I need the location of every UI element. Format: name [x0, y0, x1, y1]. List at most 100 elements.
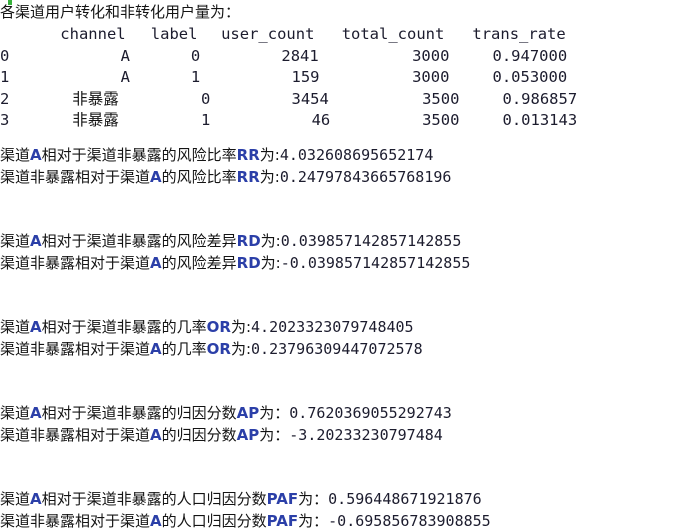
metric-value: -0.039857142857142855	[281, 254, 471, 272]
metric-text-suffix: 为	[260, 146, 275, 164]
metric-channel-a: A	[150, 340, 162, 358]
table-header-channel: channel	[60, 24, 125, 46]
metric-channel-a: A	[150, 168, 162, 186]
metric-line-or: 渠道A相对于渠道非暴露的几率OR为:4.2023323079748405	[0, 317, 414, 339]
metric-acronym: RR	[237, 168, 260, 186]
metric-value: 4.032608695652174	[280, 146, 434, 164]
table-cell-index: 1	[0, 67, 9, 89]
metric-text-middle: 的几率	[162, 340, 207, 358]
table-cell-total-count: 3500	[422, 110, 459, 132]
metric-channel-a: A	[30, 146, 42, 164]
table-cell-user-count: 2841	[281, 46, 318, 68]
table-cell-channel: A	[121, 46, 130, 68]
metric-text-prefix: 渠道非暴露相对于渠道	[0, 340, 150, 358]
metric-text-suffix: 为	[298, 512, 313, 530]
metric-value: 0.23796309447072578	[251, 340, 423, 358]
metric-text-middle: 的风险比率	[162, 168, 237, 186]
table-cell-user-count: 46	[312, 110, 331, 132]
table-header-user_count: user_count	[221, 24, 314, 46]
metric-text-suffix: 为	[259, 426, 274, 444]
table-cell-total-count: 3500	[422, 89, 459, 111]
metric-text-prefix: 渠道	[0, 146, 30, 164]
metric-text-prefix: 渠道	[0, 318, 30, 336]
metric-channel-a: A	[30, 404, 42, 422]
metric-acronym: AP	[237, 426, 260, 444]
metric-acronym: RD	[237, 232, 261, 250]
metric-text-prefix: 渠道	[0, 490, 30, 508]
metric-line-paf: 渠道A相对于渠道非暴露的人口归因分数PAF为：0.596448671921876	[0, 489, 482, 511]
metric-value: 0.596448671921876	[328, 490, 482, 508]
metric-value: 0.039857142857142855	[281, 232, 462, 250]
table-cell-channel: A	[121, 67, 130, 89]
table-cell-label: 1	[191, 67, 200, 89]
metric-text-prefix: 渠道非暴露相对于渠道	[0, 254, 150, 272]
metric-text-suffix: 为	[231, 340, 246, 358]
metric-text-suffix: 为	[261, 232, 276, 250]
metric-line-or: 渠道非暴露相对于渠道A的几率OR为:0.23796309447072578	[0, 339, 423, 361]
metric-acronym: PAF	[267, 512, 298, 530]
table-cell-label: 0	[201, 89, 210, 111]
metric-line-ap: 渠道非暴露相对于渠道A的归因分数AP为：-3.20233230797484	[0, 425, 443, 447]
metric-text-prefix: 渠道非暴露相对于渠道	[0, 168, 150, 186]
table-cell-label: 1	[201, 110, 210, 132]
metric-text-suffix: 为	[261, 254, 276, 272]
metric-text-middle: 相对于渠道非暴露的人口归因分数	[42, 490, 267, 508]
metric-text-suffix: 为	[260, 168, 275, 186]
metric-channel-a: A	[30, 490, 42, 508]
metric-text-prefix: 渠道非暴露相对于渠道	[0, 426, 150, 444]
table-cell-total-count: 3000	[412, 67, 449, 89]
metric-acronym: OR	[207, 340, 231, 358]
table-cell-label: 0	[191, 46, 200, 68]
metric-colon: ：	[313, 512, 328, 530]
metric-value: 0.24797843665768196	[280, 168, 452, 186]
metric-line-rd: 渠道非暴露相对于渠道A的风险差异RD为:-0.03985714285714285…	[0, 253, 470, 275]
metric-value: -0.695856783908855	[328, 512, 491, 530]
metric-acronym: RD	[237, 254, 261, 272]
metric-line-rd: 渠道A相对于渠道非暴露的风险差异RD为:0.039857142857142855	[0, 231, 461, 253]
output-title: 各渠道用户转化和非转化用户量为：	[0, 2, 240, 24]
metric-channel-a: A	[30, 232, 42, 250]
metric-line-paf: 渠道非暴露相对于渠道A的人口归因分数PAF为：-0.69585678390885…	[0, 511, 491, 532]
metric-acronym: RR	[237, 146, 260, 164]
metric-text-middle: 相对于渠道非暴露的归因分数	[42, 404, 237, 422]
metric-colon: ：	[274, 426, 289, 444]
metric-line-rr: 渠道A相对于渠道非暴露的风险比率RR为:4.032608695652174	[0, 145, 433, 167]
table-cell-trans-rate: 0.986857	[503, 89, 578, 111]
metric-text-middle: 的归因分数	[162, 426, 237, 444]
table-cell-index: 3	[0, 110, 9, 132]
metric-text-middle: 的人口归因分数	[162, 512, 267, 530]
console-output-page: 各渠道用户转化和非转化用户量为： channel label user_count t…	[0, 0, 685, 508]
table-cell-index: 2	[0, 89, 9, 111]
metric-text-suffix: 为	[231, 318, 246, 336]
metric-value: -3.20233230797484	[289, 426, 443, 444]
metric-channel-a: A	[150, 254, 162, 272]
metric-acronym: OR	[207, 318, 231, 336]
table-cell-trans-rate: 0.053000	[493, 67, 568, 89]
metric-acronym: AP	[237, 404, 260, 422]
table-cell-user-count: 3454	[292, 89, 329, 111]
metric-channel-a: A	[150, 512, 162, 530]
table-header-label: label	[151, 24, 198, 46]
metric-text-suffix: 为	[259, 404, 274, 422]
table-header-trans_rate: trans_rate	[472, 24, 565, 46]
table-cell-channel: 非暴露	[72, 89, 119, 111]
table-cell-channel: 非暴露	[72, 110, 119, 132]
metric-channel-a: A	[30, 318, 42, 336]
metric-value: 0.7620369055292743	[289, 404, 452, 422]
metric-text-middle: 的风险差异	[162, 254, 237, 272]
metric-text-suffix: 为	[298, 490, 313, 508]
metric-value: 4.2023323079748405	[251, 318, 414, 336]
table-cell-total-count: 3000	[412, 46, 449, 68]
metric-text-prefix: 渠道	[0, 232, 30, 250]
table-cell-trans-rate: 0.947000	[493, 46, 568, 68]
metric-line-rr: 渠道非暴露相对于渠道A的风险比率RR为:0.24797843665768196	[0, 167, 451, 189]
metric-channel-a: A	[150, 426, 162, 444]
table-cell-user-count: 159	[292, 67, 320, 89]
metric-text-prefix: 渠道非暴露相对于渠道	[0, 512, 150, 530]
table-cell-index: 0	[0, 46, 9, 68]
table-header-total_count: total_count	[342, 24, 445, 46]
metric-colon: ：	[313, 490, 328, 508]
metric-colon: ：	[274, 404, 289, 422]
metric-text-middle: 相对于渠道非暴露的几率	[42, 318, 207, 336]
metric-text-middle: 相对于渠道非暴露的风险比率	[42, 146, 237, 164]
